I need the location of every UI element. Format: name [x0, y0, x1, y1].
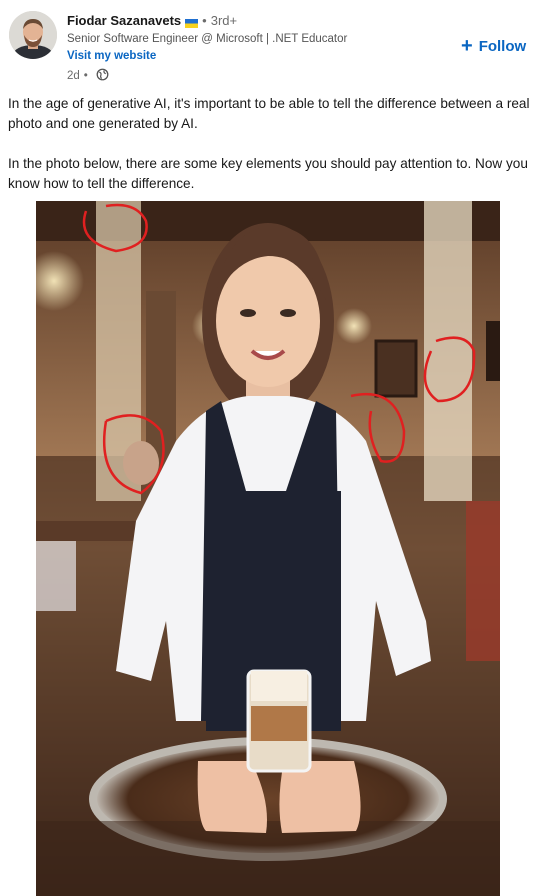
post-time: 2d [67, 70, 80, 82]
follow-button[interactable]: + Follow [461, 35, 527, 57]
post-image[interactable] [36, 201, 500, 896]
post-header: Fiodar Sazanavets • 3rd+ Senior Software… [0, 0, 541, 90]
post-paragraph: In the age of generative AI, it's import… [8, 96, 530, 131]
author-avatar[interactable] [9, 11, 57, 59]
plus-icon: + [461, 35, 473, 57]
ukraine-flag-icon [185, 16, 199, 28]
waitress-photo [36, 201, 500, 896]
separator-dot: • [202, 13, 207, 28]
post-paragraph: In the photo below, there are some key e… [8, 156, 528, 191]
follow-label: Follow [478, 37, 527, 55]
author-name-row: Fiodar Sazanavets • 3rd+ [67, 13, 237, 28]
connection-degree: 3rd+ [210, 13, 238, 28]
author-headline: Senior Software Engineer @ Microsoft | .… [67, 33, 348, 45]
globe-icon [96, 68, 109, 84]
separator-dot: • [83, 70, 88, 82]
visit-website-link[interactable]: Visit my website [67, 50, 156, 62]
author-name[interactable]: Fiodar Sazanavets [67, 13, 181, 28]
post-body: In the age of generative AI, it's import… [8, 94, 533, 214]
post-meta: 2d • [67, 68, 109, 84]
